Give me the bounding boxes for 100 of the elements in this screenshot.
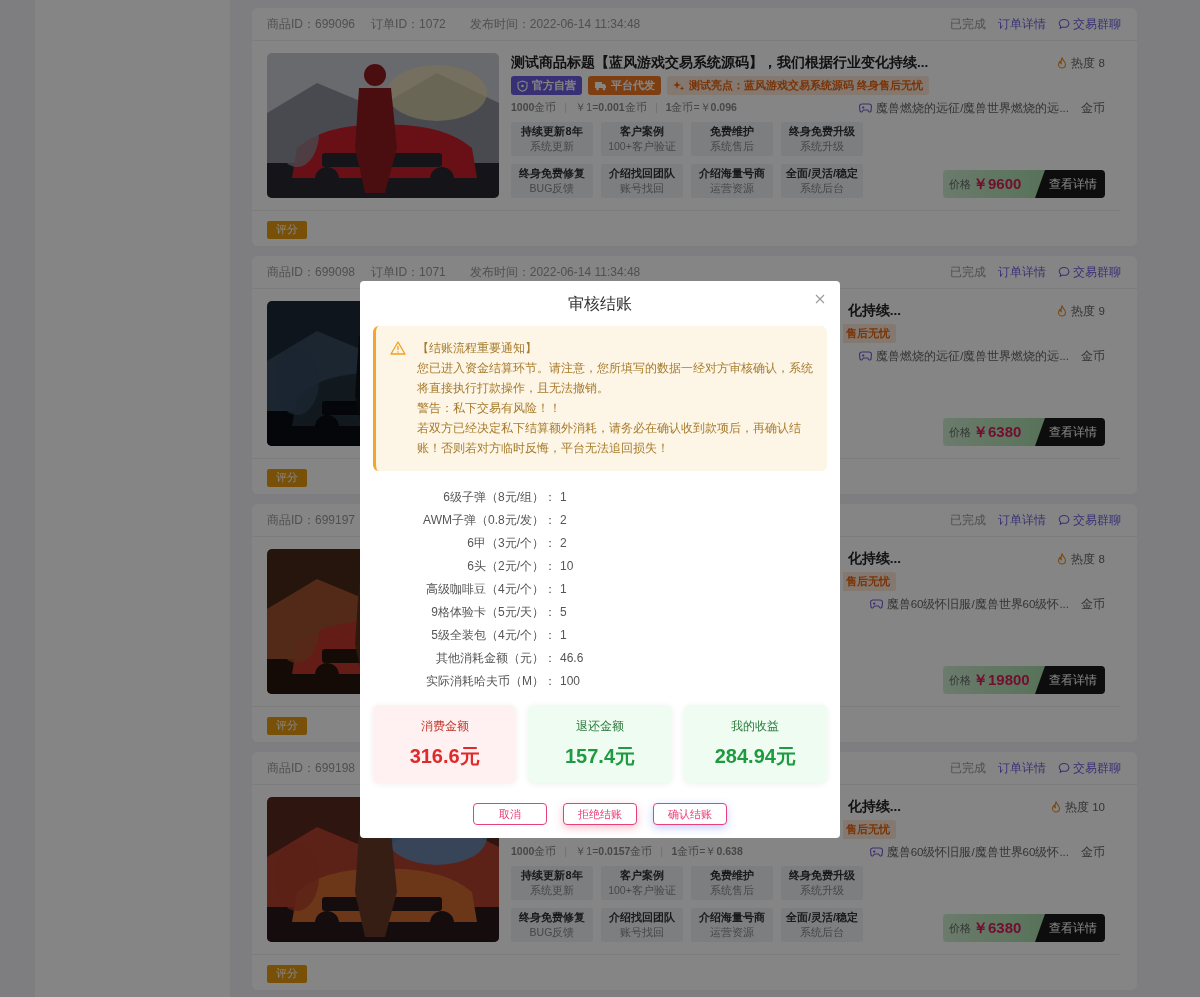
item-value: 100 [560, 673, 582, 689]
feature-title: 介绍海量号商 [699, 910, 765, 925]
feature-title: 终身免费升级 [789, 124, 855, 139]
close-icon[interactable] [815, 294, 825, 304]
item-value: 1 [560, 489, 568, 505]
flame-icon [1051, 801, 1061, 813]
product-tag: 售后无忧 [843, 324, 896, 343]
item-value: 46.6 [560, 650, 585, 666]
order-detail-link[interactable]: 订单详情 [998, 263, 1046, 281]
warning-icon [390, 341, 406, 355]
item-value: 5 [560, 604, 568, 620]
order-detail-link[interactable]: 订单详情 [998, 15, 1046, 33]
feature-title: 全面/灵活/稳定 [785, 910, 859, 925]
currency-label: 金币 [1081, 100, 1105, 116]
product-tag: 测试亮点：蓝风游戏交易系统源码 终身售后无忧 [667, 76, 929, 95]
flame-icon [1057, 57, 1068, 69]
chat-icon [1058, 514, 1070, 526]
feature-title: 免费维护 [710, 124, 754, 139]
order-detail-link[interactable]: 订单详情 [998, 511, 1046, 529]
item-label: 6级子弹（8元/组）： [442, 489, 556, 505]
feature-title: 全面/灵活/稳定 [785, 166, 859, 181]
chat-icon [1058, 266, 1070, 278]
chat-link[interactable]: 交易群聊 [1058, 759, 1121, 777]
product-title[interactable]: 化持续... [847, 798, 901, 816]
heat-label: 热度 8 [1057, 55, 1105, 71]
item-value: 1 [560, 627, 568, 643]
summary-label: 退还金额 [576, 718, 624, 735]
currency-label: 金币 [1081, 844, 1105, 860]
game-name: 魔兽燃烧的远征/魔兽世界燃烧的远... [876, 100, 1069, 116]
item-label: 5级全装包（4元/个）： [430, 627, 556, 643]
feature-title: 客户案例 [620, 124, 664, 139]
chat-link[interactable]: 交易群聊 [1058, 263, 1121, 281]
product-title[interactable]: 测试商品标题【蓝风游戏交易系统源码】，我们根据行业变化持续... [511, 54, 929, 72]
gamepad-icon [859, 351, 873, 361]
exchange-rate: ￥1=0.0157金币 [575, 845, 653, 859]
item-value: 1 [560, 581, 568, 597]
item-label: 其他消耗金额（元）： [435, 650, 556, 666]
heat-label: 热度 9 [1057, 303, 1105, 319]
item-value: 2 [560, 512, 568, 528]
price-label: 价格 [949, 920, 971, 936]
exchange-rate: 1000金币 [511, 101, 557, 115]
feature-title: 终身免费升级 [789, 868, 855, 883]
rating-button[interactable]: 评分 [267, 220, 307, 239]
product-title[interactable]: 化持续... [847, 550, 901, 568]
flame-icon [1057, 305, 1068, 317]
price-label: 价格 [949, 176, 971, 192]
exchange-rate: ￥1=0.001金币 [575, 101, 647, 115]
chat-link[interactable]: 交易群聊 [1058, 15, 1121, 33]
dialog-button[interactable]: 拒绝结账 [563, 803, 637, 825]
feature-title: 客户案例 [620, 868, 664, 883]
item-label: 6甲（3元/个）： [466, 535, 556, 551]
summary-amount: 157.4元 [564, 744, 635, 769]
feature-title: 持续更新8年 [521, 868, 583, 883]
summary-amount: 284.94元 [714, 744, 796, 769]
view-details-button[interactable]: 查看详情 [1035, 666, 1105, 694]
exchange-rate: 1金币=￥0.638 [671, 845, 743, 859]
item-value: 10 [560, 558, 575, 574]
rating-button[interactable]: 评分 [267, 964, 307, 983]
summary-label: 消费金额 [420, 718, 469, 735]
price-label: 价格 [949, 424, 971, 440]
heat-label: 热度 10 [1051, 799, 1105, 815]
game-name: 魔兽60级怀旧服/魔兽世界60级怀... [886, 596, 1069, 612]
view-details-button[interactable]: 查看详情 [1035, 170, 1105, 198]
item-label: 6头（2元/个）： [466, 558, 556, 574]
feature-title: 终身免费修复 [519, 166, 585, 181]
feature-title: 免费维护 [710, 868, 754, 883]
feature-title: 终身免费修复 [519, 910, 585, 925]
product-tag: 官方自营 [511, 76, 582, 95]
item-label: 高级咖啡豆（4元/个）： [425, 581, 556, 597]
exchange-rate: 1金币=￥0.096 [665, 101, 737, 115]
summary-amount: 316.6元 [409, 744, 480, 769]
view-details-button[interactable]: 查看详情 [1035, 914, 1105, 942]
notice-text: 您已进入资金结算环节。请注意，您所填写的数据一经对方审核确认，系统将直接执行打款操作，且无法撤销。 [417, 361, 813, 396]
item-label: AWM子弹（0.8元/发）： [422, 512, 556, 528]
dialog-button[interactable]: 确认结账 [653, 803, 727, 825]
rating-button[interactable]: 评分 [267, 716, 307, 735]
notice-text: 若双方已经决定私下结算额外消耗，请务必在确认收到款项后，再确认结账！否则若对方临时反悔，平台无法追回损失！ [417, 421, 802, 456]
dialog-button[interactable]: 取消 [473, 803, 547, 825]
currency-label: 金币 [1081, 596, 1105, 612]
rating-button[interactable]: 评分 [267, 468, 307, 487]
shield-icon [517, 79, 528, 92]
game-name: 魔兽燃烧的远征/魔兽世界燃烧的远... [876, 348, 1069, 364]
view-details-button[interactable]: 查看详情 [1035, 418, 1105, 446]
notice-title: 【结账流程重要通知】 [417, 341, 538, 356]
feature-title: 持续更新8年 [521, 124, 583, 139]
chat-link[interactable]: 交易群聊 [1058, 511, 1121, 529]
price-value: ￥9600 [973, 174, 1022, 194]
game-name: 魔兽60级怀旧服/魔兽世界60级怀... [886, 844, 1069, 860]
exchange-rate: 1000金币 [511, 845, 557, 859]
summary-label: 我的收益 [731, 718, 780, 735]
truck-icon [594, 80, 607, 91]
price-value: ￥19800 [973, 670, 1030, 690]
product-title[interactable]: 化持续... [847, 302, 901, 320]
gamepad-icon [869, 599, 883, 609]
feature-title: 介绍找回团队 [609, 910, 675, 925]
gamepad-icon [859, 103, 873, 113]
order-detail-link[interactable]: 订单详情 [998, 759, 1046, 777]
item-value: 2 [560, 535, 568, 551]
item-label: 9格体验卡（5元/天）： [430, 604, 556, 620]
chat-icon [1058, 18, 1070, 30]
